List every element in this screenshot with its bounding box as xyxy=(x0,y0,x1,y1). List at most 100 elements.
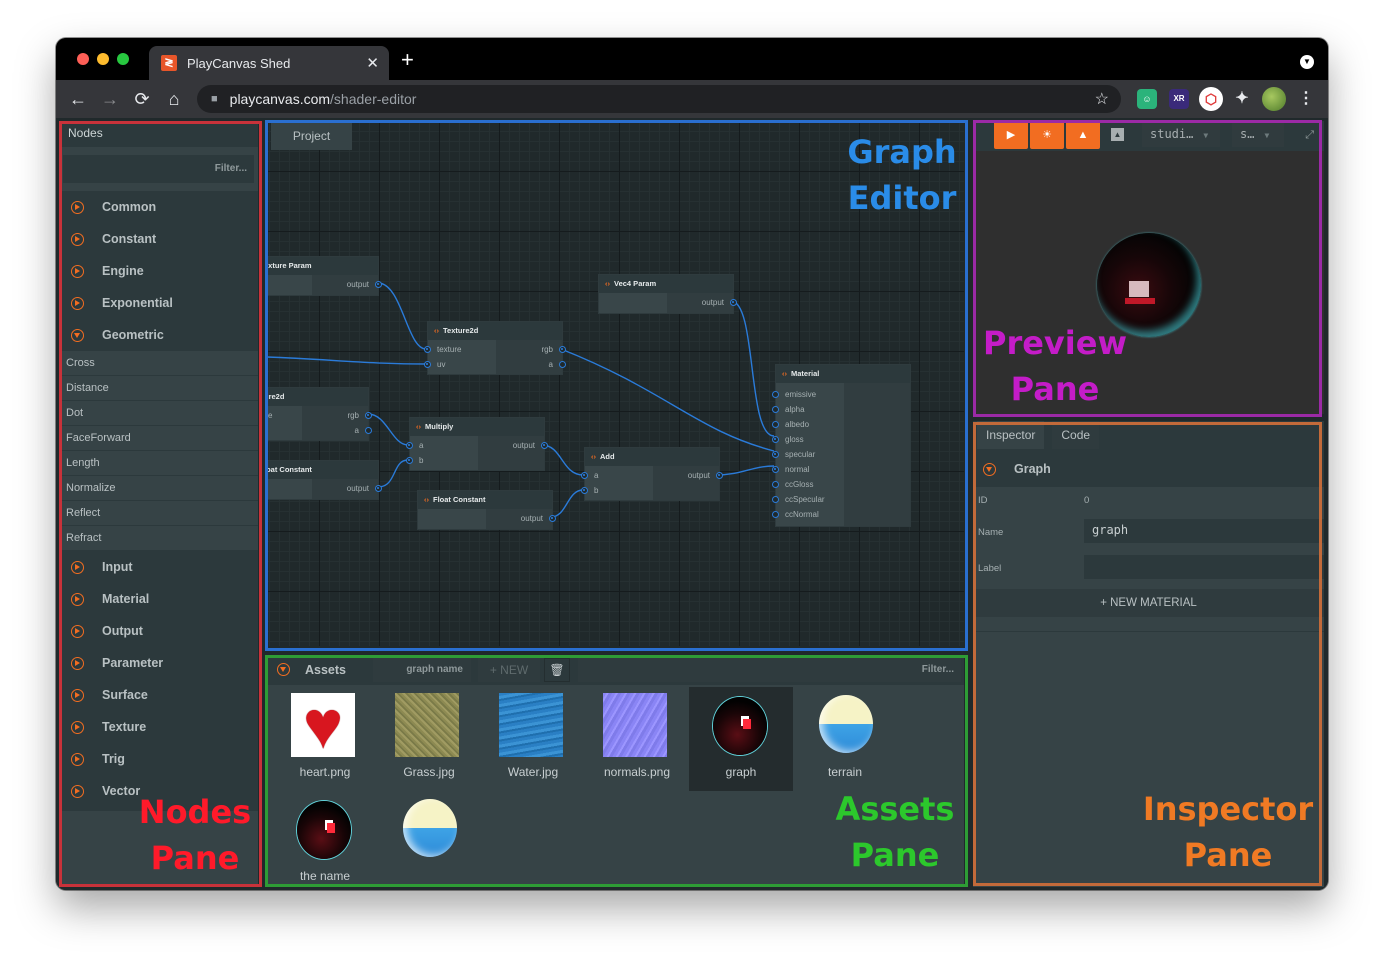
port-rgb[interactable]: rgb xyxy=(302,408,372,423)
port-dot-icon[interactable] xyxy=(772,406,779,413)
port-b[interactable]: b xyxy=(406,453,478,468)
bitmoji-extension-icon[interactable]: ☺ xyxy=(1137,89,1157,109)
collapse-arrow-icon[interactable] xyxy=(277,663,290,676)
port-gloss[interactable]: gloss xyxy=(772,432,844,447)
asset-item[interactable] xyxy=(377,791,481,890)
node-category-parameter[interactable]: Parameter xyxy=(59,647,258,679)
minimize-window-button[interactable] xyxy=(97,53,109,65)
node-category-vector[interactable]: Vector xyxy=(59,775,258,807)
forward-icon[interactable]: → xyxy=(98,87,122,111)
fullscreen-icon[interactable]: ⤢ xyxy=(1305,129,1314,142)
node-category-geometric[interactable]: Geometric xyxy=(59,319,258,351)
node-vec4-param[interactable]: ‹› Vec4 Param output xyxy=(598,274,737,314)
port-dot-icon[interactable] xyxy=(772,496,779,503)
back-icon[interactable]: ← xyxy=(66,87,90,111)
port-a[interactable]: a xyxy=(406,438,478,453)
close-window-button[interactable] xyxy=(77,53,89,65)
port-texture[interactable]: texture xyxy=(424,342,496,357)
node-multiply[interactable]: ‹› Multiply a b output xyxy=(406,417,548,471)
port-dot-icon[interactable] xyxy=(365,427,372,434)
port-specular[interactable]: specular xyxy=(772,447,844,462)
node-category-trig[interactable]: Trig xyxy=(59,743,258,775)
asset-item[interactable]: terrain xyxy=(793,687,897,791)
node-item-reflect[interactable]: Reflect xyxy=(59,501,258,526)
node-category-texture[interactable]: Texture xyxy=(59,711,258,743)
port-ccgloss[interactable]: ccGloss xyxy=(772,477,844,492)
node-float-constant-b[interactable]: ‹› Float Constant output xyxy=(417,490,556,530)
profile-avatar[interactable] xyxy=(1262,87,1286,111)
maximize-window-button[interactable] xyxy=(117,53,129,65)
port-b[interactable]: b xyxy=(581,483,653,498)
port-dot-icon[interactable] xyxy=(549,515,556,522)
node-texture2d-b[interactable]: ure2d e rgb a xyxy=(267,387,372,441)
playcanvas-extension-icon[interactable]: ⬡ xyxy=(1199,87,1223,111)
port-output[interactable]: output xyxy=(312,277,382,292)
port-dot-icon[interactable] xyxy=(772,511,779,518)
port-dot-icon[interactable] xyxy=(772,466,779,473)
asset-item[interactable]: the name xyxy=(273,791,377,890)
port-output[interactable]: output xyxy=(653,468,723,483)
node-category-constant[interactable]: Constant xyxy=(59,223,258,255)
browser-tab[interactable]: ≷ PlayCanvas Shed ✕ xyxy=(149,46,389,80)
node-material[interactable]: ‹› Material emissive alpha albedo gloss s… xyxy=(772,364,911,527)
assets-filter-input[interactable]: Filter... xyxy=(578,658,961,682)
new-asset-button[interactable]: + NEW xyxy=(478,658,540,682)
browser-menu-icon[interactable]: ⋮ xyxy=(1296,89,1316,109)
port-emissive[interactable]: emissive xyxy=(772,387,844,402)
port-ccspecular[interactable]: ccSpecular xyxy=(772,492,844,507)
node-item-normalize[interactable]: Normalize xyxy=(59,476,258,501)
xr-extension-icon[interactable]: XR xyxy=(1169,89,1189,109)
port-dot-icon[interactable] xyxy=(716,472,723,479)
asset-item[interactable]: Water.jpg xyxy=(481,687,585,791)
port-dot-icon[interactable] xyxy=(375,281,382,288)
node-category-engine[interactable]: Engine xyxy=(59,255,258,287)
port-ccnormal[interactable]: ccNormal xyxy=(772,507,844,522)
node-category-common[interactable]: Common xyxy=(59,191,258,223)
tab-project[interactable]: Project xyxy=(271,123,352,150)
node-category-exponential[interactable]: Exponential xyxy=(59,287,258,319)
port-dot-icon[interactable] xyxy=(772,421,779,428)
node-category-surface[interactable]: Surface xyxy=(59,679,258,711)
port-output[interactable]: output xyxy=(486,511,556,526)
node-category-material[interactable]: Material xyxy=(59,583,258,615)
asset-item[interactable]: heart.png xyxy=(273,687,377,791)
port-output[interactable]: output xyxy=(478,438,548,453)
port-dot-icon[interactable] xyxy=(772,481,779,488)
port-dot-icon[interactable] xyxy=(730,299,737,306)
port-dot-icon[interactable] xyxy=(772,391,779,398)
port-dot-icon[interactable] xyxy=(365,412,372,419)
port-a[interactable]: a xyxy=(581,468,653,483)
node-item-faceforward[interactable]: FaceForward xyxy=(59,426,258,451)
new-tab-button[interactable]: + xyxy=(401,49,414,71)
port-dot-icon[interactable] xyxy=(375,485,382,492)
port-output[interactable]: output xyxy=(312,481,382,496)
environment-select[interactable]: studi… ▼ xyxy=(1142,123,1220,147)
port-dot-icon[interactable] xyxy=(424,346,431,353)
port-dot-icon[interactable] xyxy=(581,472,588,479)
bookmark-star-icon[interactable]: ☆ xyxy=(1095,89,1109,109)
asset-item[interactable]: Grass.jpg xyxy=(377,687,481,791)
port-dot-icon[interactable] xyxy=(406,457,413,464)
port-a[interactable]: a xyxy=(496,357,566,372)
graph-section-header[interactable]: Graph xyxy=(973,451,1324,487)
node-category-output[interactable]: Output xyxy=(59,615,258,647)
preview-sphere[interactable] xyxy=(1097,233,1201,337)
tab-search-icon[interactable]: ▼ xyxy=(1300,55,1314,69)
port-dot-icon[interactable] xyxy=(559,346,566,353)
node-float-constant-a[interactable]: loat Constant output xyxy=(267,460,382,500)
image-icon[interactable]: ▲ xyxy=(1066,121,1100,149)
trash-icon[interactable]: 🗑 xyxy=(544,658,570,682)
port-alpha[interactable]: alpha xyxy=(772,402,844,417)
node-item-refract[interactable]: Refract xyxy=(59,526,258,551)
node-item-distance[interactable]: Distance xyxy=(59,376,258,401)
node-texture-param[interactable]: exture Param output xyxy=(267,256,382,296)
name-input[interactable]: graph xyxy=(1084,519,1324,543)
node-item-dot[interactable]: Dot xyxy=(59,401,258,426)
address-bar[interactable]: ■ playcanvas.com /shader-editor ☆ xyxy=(197,85,1121,113)
asset-item[interactable]: normals.png xyxy=(585,687,689,791)
play-icon[interactable]: ▶ xyxy=(994,121,1028,149)
nodes-filter-input[interactable]: Filter... xyxy=(63,155,254,183)
node-add[interactable]: ‹› Add a b output xyxy=(581,447,723,501)
port-a[interactable]: a xyxy=(302,423,372,438)
extensions-puzzle-icon[interactable]: ✦ xyxy=(1232,89,1252,109)
